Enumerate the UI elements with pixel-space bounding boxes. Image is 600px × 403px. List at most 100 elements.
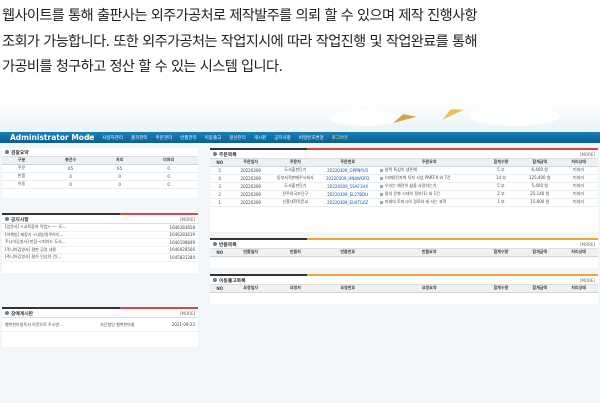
list-item[interactable]: 행복한아침독서 이전으로 주소변... 사단법인 행복한아침 2021-09-2… [2, 318, 198, 332]
menu-item-notice[interactable]: 공지사항 [270, 135, 295, 141]
bullet-icon [5, 311, 9, 315]
table-row: 반품 0 0 0 [2, 172, 198, 181]
summary-panel: 검찰요약 구분 총건수 처리 미처리 주문 65 65 0 반품 0 0 0 이… [2, 148, 198, 198]
menu-item-password[interactable]: 비밀번호변경 [295, 135, 328, 141]
orders-panel: 주문목록 [MORE] NO 주문일자 주문처 주문번호 주문요약 합계수량 합계… [210, 148, 598, 232]
bullet-icon [213, 242, 217, 246]
intro-line-2: 조회가 가능합니다. 또한 외주가공처는 작업지시에 따라 작업진행 및 작업완… [2, 33, 478, 50]
app-title: Administrator Mode [10, 133, 95, 142]
table-row[interactable]: 4 20220309 동부서적판매주식회사 20220309_HN8WOFD (… [210, 174, 598, 183]
column-header: 주문일자 [229, 159, 273, 167]
more-link[interactable]: [MORE] [580, 242, 595, 247]
more-link[interactable]: [MORE] [580, 152, 595, 157]
column-header: 처리상태 [559, 285, 598, 293]
column-header: 미처리 [139, 157, 198, 165]
column-header: 합계수량 [481, 285, 521, 293]
returns-panel: 반품목록 [MORE] NO 반품일자 반품처 반품번호 반품요약 합계수량 합계… [210, 238, 598, 268]
column-header: 요청처 [272, 285, 319, 293]
more-link[interactable]: [MORE] [180, 217, 195, 222]
list-item[interactable]: 주니어김영사] 판잡-<피아드 도서... 1646198849 [2, 239, 198, 247]
top-navigation: Administrator Mode 메인 사용자관리 품목관리 주문관리 반품… [0, 132, 600, 143]
menu-item-items[interactable]: 품목관리 [127, 135, 152, 141]
bullet-icon [5, 217, 9, 221]
column-header: 반품요약 [376, 249, 482, 257]
admin-screenshot: Administrator Mode 메인 사용자관리 품목관리 주문관리 반품… [0, 102, 600, 403]
column-header: 반품처 [272, 249, 319, 257]
column-header: 처리상태 [559, 159, 598, 167]
menu-item-board[interactable]: 게시판 [250, 135, 270, 141]
main-menu: 메인 사용자관리 품목관리 주문관리 반품관리 이동출고 정산관리 게시판 공지… [82, 135, 352, 141]
paper-plane-icon [439, 104, 465, 120]
cloud-graphic [330, 110, 400, 126]
returns-table: NO 반품일자 반품처 반품번호 반품요약 합계수량 합계금액 처리상태 [210, 249, 598, 257]
errata-title: 장애게시판 [11, 311, 34, 317]
intro-text: 웹사이트를 통해 출판사는 외주가공처로 제작발주를 의뢰 할 수 있으며 제작… [0, 0, 600, 81]
returns-title: 반품목록 [219, 242, 237, 248]
cloud-graphic [470, 106, 560, 126]
logout-link[interactable]: 로그아웃 [328, 135, 353, 141]
list-item[interactable]: [주니어김영사] 절판 공정 내용 1646028566 [2, 247, 198, 254]
moves-title: 이동출고목록 [219, 278, 246, 284]
list-item[interactable]: [입문사] <교육합의 작법> ---- 도... 1646283658 [2, 224, 198, 232]
order-number-link[interactable]: 20220309_HN8WOFD [318, 174, 377, 183]
menu-item-main[interactable]: 메인 [82, 135, 98, 141]
paper-plane-icon [391, 110, 417, 124]
menu-item-returns[interactable]: 반품관리 [176, 135, 201, 141]
column-header: 합계수량 [481, 159, 521, 167]
table-row[interactable]: 3 20220309 도서출판단기 20220309_5SAF1HX 우리는 예… [210, 182, 598, 191]
menu-item-settlement[interactable]: 정산관리 [225, 135, 250, 141]
menu-item-moves[interactable]: 이동출고 [201, 135, 226, 141]
orders-table: NO 주문일자 주문처 주문번호 주문요약 합계수량 합계금액 처리상태 5 2… [210, 159, 598, 207]
panel-accent-bar [210, 148, 598, 150]
list-item[interactable]: [이책방] 제장가 <내일/일쿠하이... 1646283619 [2, 232, 198, 239]
column-header: NO [210, 285, 230, 293]
table-row[interactable]: 5 20220309 도서출판단기 20220309_GPPNPU5 살짝 특십… [210, 166, 598, 175]
order-number-link[interactable]: 20220309_EU4TG0Z [318, 198, 377, 207]
moves-panel: 이동출고목록 [MORE] NO 요청일자 요청처 요청번호 요청요약 합계수량 … [210, 274, 598, 304]
bullet-icon [213, 278, 217, 282]
column-header: 합계수량 [481, 249, 521, 257]
intro-line-3: 가공비를 청구하고 정산 할 수 있는 시스템 입니다. [2, 59, 283, 75]
column-header: 요청일자 [229, 285, 273, 293]
table-row: 이동 0 0 0 [2, 180, 198, 189]
column-header: 합계금액 [520, 159, 560, 167]
column-header: 합계금액 [520, 249, 560, 257]
bullet-icon [213, 152, 217, 156]
column-header: 요청번호 [318, 285, 377, 293]
column-header: 처리 [99, 157, 140, 165]
summary-table: 구분 총건수 처리 미처리 주문 65 65 0 반품 0 0 0 이동 0 0 [2, 157, 198, 189]
orders-title: 주문목록 [219, 152, 237, 158]
column-header: 구분 [2, 157, 42, 165]
header-banner [0, 102, 600, 132]
panel-accent-bar [210, 274, 598, 276]
notice-title: 공지사항 [11, 217, 29, 223]
panel-accent-bar [2, 213, 198, 215]
column-header: 주문처 [272, 159, 319, 167]
menu-item-users[interactable]: 사용자관리 [98, 135, 127, 141]
more-link[interactable]: [MORE] [580, 278, 595, 283]
bullet-icon [5, 150, 9, 154]
table-row: 주문 65 65 0 [2, 164, 198, 173]
table-row[interactable]: 2 20220309 전주의국조단구 20220309_EL27BDU 말의 문… [210, 190, 598, 199]
order-number-link[interactable]: 20220309_GPPNPU5 [318, 166, 377, 175]
summary-title: 검찰요약 [11, 150, 29, 156]
column-header: 반품일자 [229, 249, 273, 257]
column-header: NO [210, 249, 230, 257]
column-header: 반품번호 [318, 249, 377, 257]
table-row[interactable]: 1 20220309 신흥대학작문교 20220309_EU4TG0Z 미래의 … [210, 198, 598, 207]
column-header: NO [210, 159, 230, 167]
list-item[interactable]: [주니어김영사] 절가 인상의 건(... 1645831284 [2, 254, 198, 262]
errata-panel: 장애게시판 [MORE] 행복한아침독서 이전으로 주소변... 사단법인 행복한… [2, 307, 198, 347]
menu-item-orders[interactable]: 주문관리 [152, 135, 177, 141]
order-number-link[interactable]: 20220309_5SAF1HX [318, 182, 377, 191]
column-header: 총건수 [41, 157, 100, 165]
moves-table: NO 요청일자 요청처 요청번호 요청요약 합계수량 합계금액 처리상태 [210, 285, 598, 293]
more-link[interactable]: [MORE] [180, 311, 195, 316]
column-header: 요청요약 [376, 285, 482, 293]
column-header: 처리상태 [559, 249, 598, 257]
intro-line-1: 웹사이트를 통해 출판사는 외주가공처로 제작발주를 의뢰 할 수 있으며 제작… [2, 8, 478, 24]
column-header: 주문번호 [318, 159, 377, 167]
panel-accent-bar [210, 238, 598, 240]
order-number-link[interactable]: 20220309_EL27BDU [318, 190, 377, 199]
notice-panel: 공지사항 [MORE] [입문사] <교육합의 작법> ---- 도... 1646… [2, 213, 198, 273]
